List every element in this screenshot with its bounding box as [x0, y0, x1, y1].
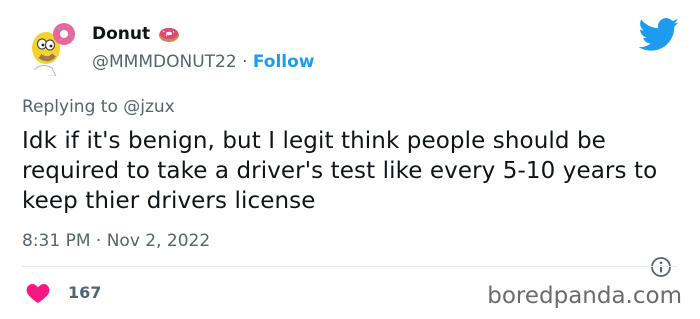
timestamp-separator: · — [95, 231, 102, 251]
replying-to: Replying to @jzux — [22, 96, 175, 118]
author-name[interactable]: Donut — [92, 24, 150, 44]
avatar[interactable] — [22, 14, 84, 76]
watermark: boredpanda.com — [487, 283, 682, 309]
tweet-time[interactable]: 8:31 PM — [22, 231, 91, 251]
twitter-bird-icon[interactable] — [638, 18, 680, 52]
replying-prefix: Replying to — [22, 97, 118, 117]
donut-emoji-icon — [158, 25, 180, 43]
like-row[interactable]: 167 — [26, 282, 101, 304]
tweet-text: Idk if it's benign, but I legit think pe… — [22, 128, 658, 214]
handle-row: @MMMDONUT22 · Follow — [92, 52, 315, 72]
info-icon[interactable] — [650, 256, 672, 278]
timestamp-row[interactable]: 8:31 PM · Nov 2, 2022 — [22, 230, 210, 252]
heart-icon[interactable] — [26, 282, 50, 304]
author-name-row: Donut — [92, 24, 180, 44]
divider — [22, 266, 678, 267]
author-handle[interactable]: @MMMDONUT22 — [92, 52, 237, 72]
like-count: 167 — [68, 283, 102, 302]
follow-button[interactable]: Follow — [253, 52, 315, 72]
replying-handle-link[interactable]: @jzux — [123, 97, 174, 117]
tweet-date[interactable]: Nov 2, 2022 — [107, 231, 210, 251]
separator-dot: · — [242, 52, 248, 72]
